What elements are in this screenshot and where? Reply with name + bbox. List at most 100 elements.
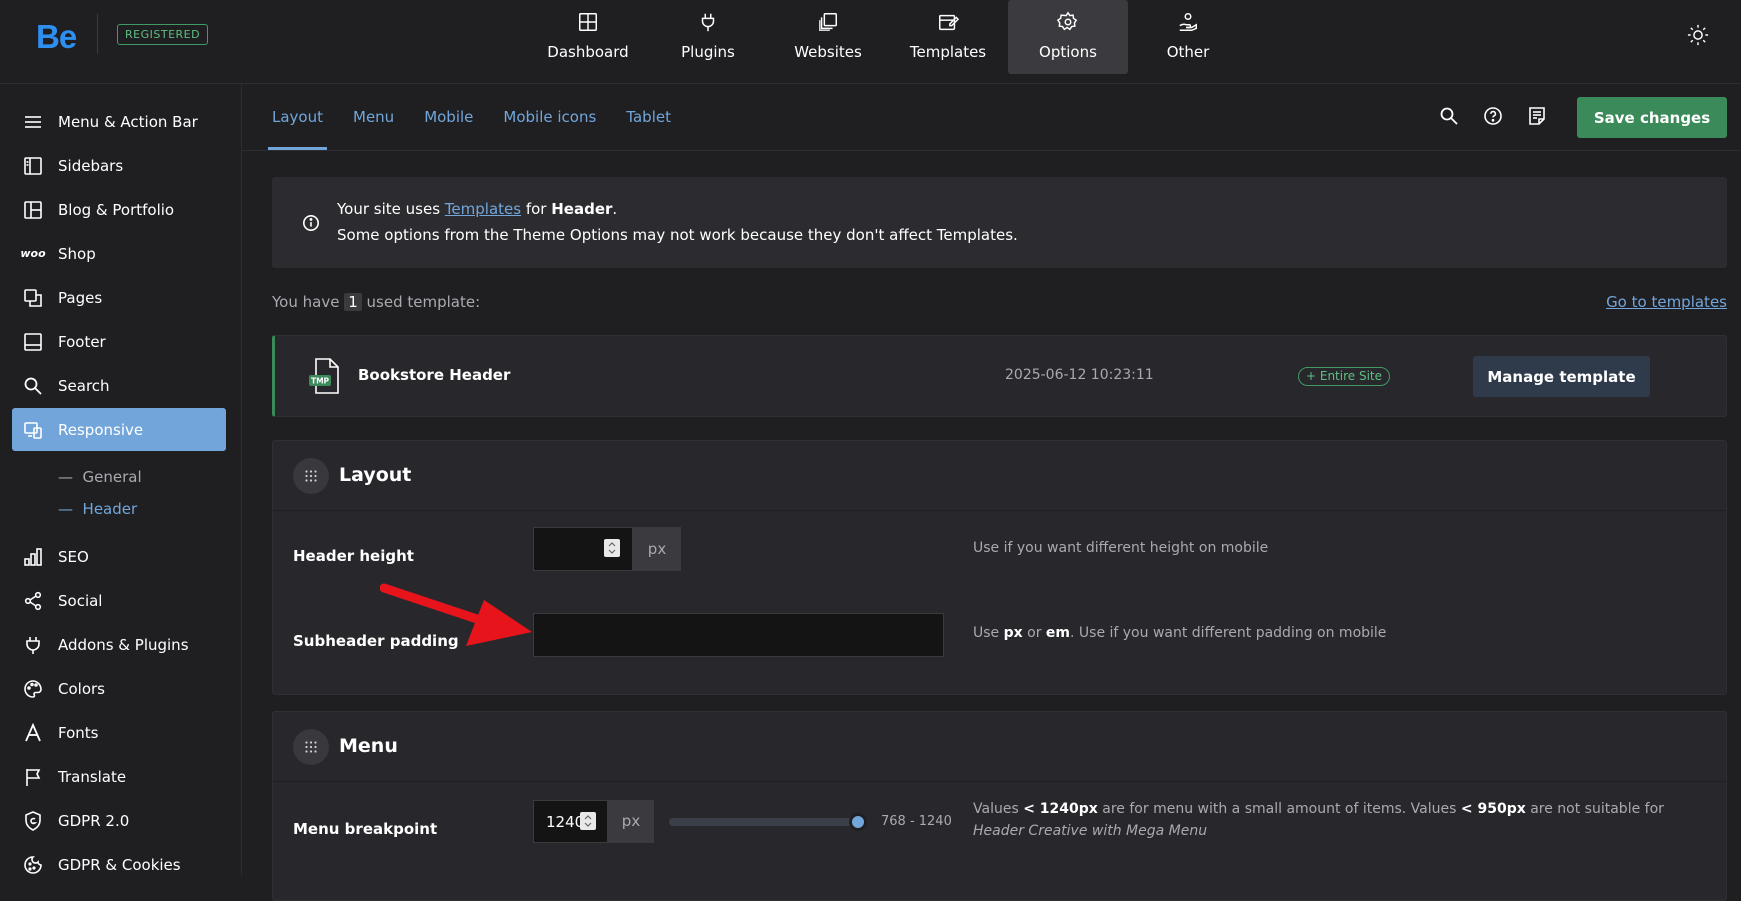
subheader-padding-input[interactable] — [533, 613, 944, 657]
sidebar-item-label: Menu & Action Bar — [58, 112, 198, 131]
sidebar-item-sidebars[interactable]: Sidebars — [12, 144, 226, 187]
number-spinner-icon[interactable] — [580, 812, 596, 830]
sidebar-item-label: Shop — [58, 244, 96, 263]
template-row: TMP Bookstore Header 2025-06-12 10:23:11… — [272, 335, 1727, 417]
sidebar-item-pages[interactable]: Pages — [12, 276, 226, 319]
drag-handle-icon[interactable] — [293, 458, 329, 494]
search-icon[interactable] — [1439, 106, 1459, 126]
px-unit: px — [633, 527, 681, 571]
sidebar-item-footer[interactable]: Footer — [12, 320, 226, 363]
used-text: You have — [272, 293, 345, 311]
sidebar-item-label: GDPR & Cookies — [58, 855, 181, 874]
sidebar-item-responsive[interactable]: Responsive — [12, 408, 226, 451]
help-text: are not suitable for — [1525, 801, 1664, 817]
sidebar-icon — [23, 156, 43, 176]
number-spinner-icon[interactable] — [604, 539, 620, 557]
go-to-templates-link[interactable]: Go to templates — [1606, 293, 1727, 311]
sidebar-item-seo[interactable]: SEO — [12, 535, 226, 578]
save-changes-button[interactable]: Save changes — [1577, 97, 1727, 138]
header-height-label: Header height — [293, 547, 414, 565]
logo-divider — [97, 14, 98, 54]
help-text: are for menu with a small amount of item… — [1097, 801, 1461, 817]
sidebar-item-search[interactable]: Search — [12, 364, 226, 407]
sidebar-item-partial[interactable] — [12, 84, 226, 91]
template-name: Bookstore Header — [358, 366, 511, 384]
nav-label: Other — [1166, 43, 1210, 61]
nav-dashboard[interactable]: Dashboard — [528, 0, 648, 74]
nav-websites[interactable]: Websites — [768, 0, 888, 74]
template-icon-label: TMP — [311, 377, 330, 386]
sidebar-item-blog-portfolio[interactable]: Blog & Portfolio — [12, 188, 226, 231]
tab-mobile[interactable]: Mobile — [424, 84, 473, 150]
tab-menu[interactable]: Menu — [353, 84, 394, 150]
nav-other[interactable]: Other — [1128, 0, 1248, 74]
nav-plugins[interactable]: Plugins — [648, 0, 768, 74]
help-italic: Header Creative with Mega Menu — [973, 823, 1208, 839]
logo[interactable]: Be — [36, 18, 77, 56]
sidebar-item-gdpr-cookies[interactable]: GDPR & Cookies — [12, 843, 226, 876]
pages-icon — [23, 288, 43, 308]
sidebar-item-label: Addons & Plugins — [58, 635, 189, 654]
section-title: Menu — [339, 735, 398, 757]
help-icon[interactable] — [1483, 106, 1503, 126]
template-date: 2025-06-12 10:23:11 — [1005, 367, 1154, 383]
used-count-badge: 1 — [344, 293, 362, 311]
flag-icon — [23, 767, 43, 787]
search-icon — [23, 376, 43, 396]
plug-icon — [23, 635, 43, 655]
section-title: Layout — [339, 464, 412, 486]
sidebar-item-colors[interactable]: Colors — [12, 667, 226, 710]
font-icon — [23, 722, 43, 743]
sidebar-item-label: GDPR 2.0 — [58, 811, 130, 830]
breakpoint-slider-track[interactable] — [669, 818, 858, 826]
sub-dash: — — [58, 468, 73, 486]
woo-icon: woo — [20, 247, 46, 260]
sidebar-subitem-general[interactable]: — General — [58, 468, 142, 486]
nav-label: Plugins — [681, 43, 735, 61]
breakpoint-range: 768 - 1240 — [881, 814, 952, 829]
sidebar-item-translate[interactable]: Translate — [12, 755, 226, 798]
tab-mobile-icons[interactable]: Mobile icons — [503, 84, 596, 150]
notice-text: for — [521, 200, 552, 218]
sidebar-item-fonts[interactable]: Fonts — [12, 711, 226, 754]
template-scope-badge: + Entire Site — [1298, 367, 1391, 386]
sidebar-item-addons-plugins[interactable]: Addons & Plugins — [12, 623, 226, 666]
nav-options[interactable]: Options — [1008, 0, 1128, 74]
tab-layout[interactable]: Layout — [268, 84, 327, 150]
main-nav: Dashboard Plugins Websites Templates Opt… — [528, 0, 1248, 74]
footer-icon — [23, 332, 43, 352]
dashboard-icon — [579, 13, 597, 31]
menu-breakpoint-input[interactable] — [533, 800, 608, 843]
responsive-icon — [23, 420, 43, 440]
subheader-padding-help: Use px or em. Use if you want different … — [973, 622, 1386, 644]
sidebar-subitem-header[interactable]: — Header — [58, 500, 137, 518]
breakpoint-slider-handle[interactable] — [849, 813, 867, 831]
drag-handle-icon[interactable] — [293, 729, 329, 765]
nav-templates[interactable]: Templates — [888, 0, 1008, 74]
sidebar-item-label: Fonts — [58, 723, 99, 742]
notes-icon[interactable] — [1527, 106, 1547, 126]
manage-template-button[interactable]: Manage template — [1473, 356, 1650, 397]
top-bar: Be REGISTERED Dashboard Plugins Websites… — [0, 0, 1741, 84]
sidebar-item-menu-action-bar[interactable]: Menu & Action Bar — [12, 100, 226, 143]
sidebar-item-label: Sidebars — [58, 156, 124, 175]
sun-icon[interactable] — [1687, 24, 1709, 46]
sidebar-item-shop[interactable]: woo Shop — [12, 232, 226, 275]
help-text: Use — [973, 625, 1004, 641]
sidebar: Menu & Action Bar Sidebars Blog & Portfo… — [0, 84, 242, 876]
sidebar-item-label: SEO — [58, 547, 89, 566]
sidebar-item-gdpr[interactable]: GDPR 2.0 — [12, 799, 226, 842]
help-bold: em — [1045, 625, 1070, 641]
websites-icon — [819, 13, 837, 31]
templates-icon — [939, 14, 959, 31]
notice-line-1: Your site uses Templates for Header. — [337, 200, 617, 218]
templates-link[interactable]: Templates — [445, 200, 521, 218]
layout-section: Layout Header height px Use if you want … — [272, 440, 1727, 695]
tab-tablet[interactable]: Tablet — [626, 84, 671, 150]
partial-icon — [23, 84, 43, 91]
notice-line-2: Some options from the Theme Options may … — [337, 226, 1018, 244]
help-bold: < 950px — [1460, 801, 1526, 817]
sidebar-item-social[interactable]: Social — [12, 579, 226, 622]
options-tabs: Layout Menu Mobile Mobile icons Tablet — [268, 84, 701, 150]
sidebar-item-label: Responsive — [58, 420, 144, 439]
